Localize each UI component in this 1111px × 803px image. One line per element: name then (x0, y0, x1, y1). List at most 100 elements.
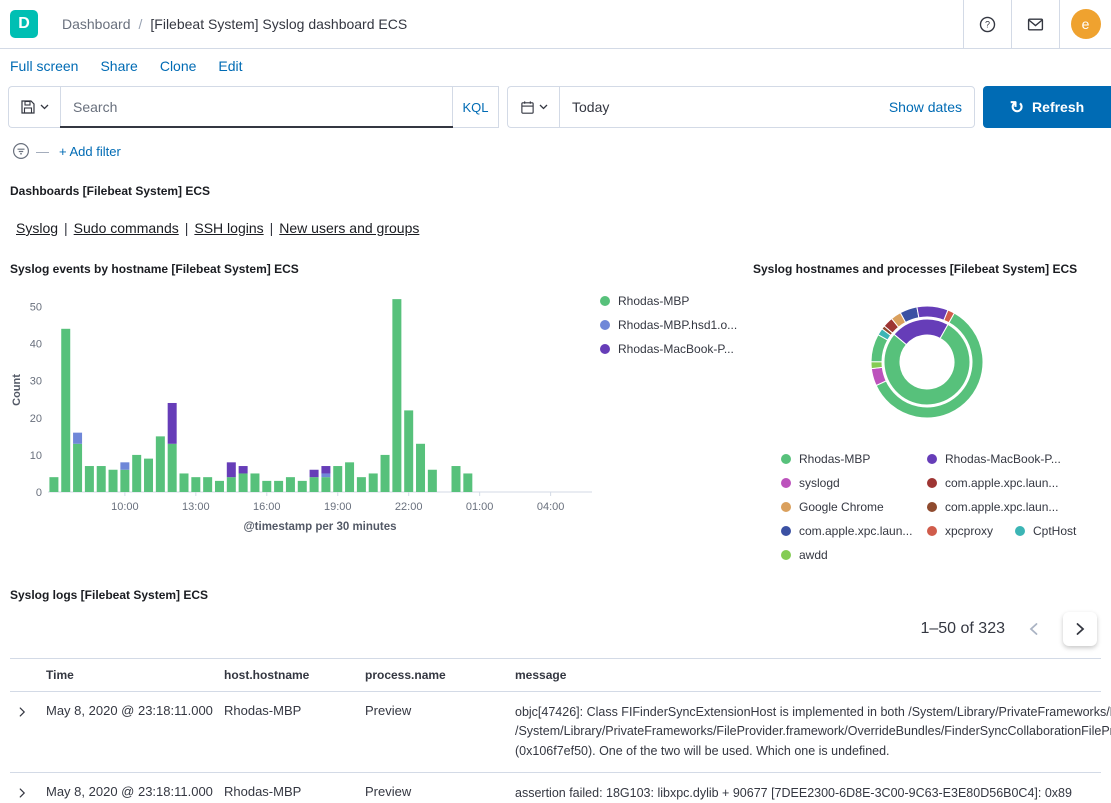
search-input[interactable] (61, 87, 452, 127)
add-filter-link[interactable]: + Add filter (59, 144, 121, 159)
legend-item[interactable]: com.apple.xpc.laun... (927, 500, 1073, 514)
bar-segment[interactable] (180, 473, 189, 492)
bar-segment[interactable] (215, 481, 224, 492)
bar-segment[interactable] (239, 466, 248, 473)
bar-segment[interactable] (416, 444, 425, 492)
bar-segment[interactable] (310, 477, 319, 492)
action-share[interactable]: Share (100, 58, 137, 74)
bar-segment[interactable] (404, 410, 413, 492)
bar-segment[interactable] (357, 477, 366, 492)
legend-item[interactable]: Rhodas-MBP (781, 452, 927, 466)
bar-segment[interactable] (250, 473, 259, 492)
bar-segment[interactable] (286, 477, 295, 492)
bar-segment[interactable] (120, 462, 129, 469)
donut-segment[interactable] (884, 324, 970, 405)
action-clone[interactable]: Clone (160, 58, 197, 74)
bar-segment[interactable] (97, 466, 106, 492)
kql-syntax-button[interactable]: KQL (452, 87, 498, 127)
filter-menu-icon[interactable] (12, 142, 30, 160)
bar-segment[interactable] (168, 403, 177, 444)
x-tick-label: 01:00 (466, 501, 494, 513)
bar-segment[interactable] (274, 481, 283, 492)
show-dates-link[interactable]: Show dates (889, 99, 962, 115)
bar-segment[interactable] (156, 436, 165, 492)
legend-item[interactable]: com.apple.xpc.laun... (781, 524, 927, 538)
legend-item[interactable]: Rhodas-MBP.hsd1.o... (600, 318, 737, 332)
bar-segment[interactable] (321, 477, 330, 492)
bar-segment[interactable] (463, 473, 472, 492)
markdown-link-sudo-commands[interactable]: Sudo commands (74, 220, 179, 236)
donut-segment[interactable] (917, 306, 948, 320)
bar-segment[interactable] (239, 473, 248, 492)
chevron-right-icon (15, 786, 29, 800)
kibana-app-logo[interactable]: D (0, 0, 48, 48)
markdown-link-new-users-and-groups[interactable]: New users and groups (279, 220, 419, 236)
bar-segment[interactable] (321, 473, 330, 477)
date-display[interactable]: Today Show dates (559, 86, 975, 128)
legend-swatch (927, 502, 937, 512)
bar-segment[interactable] (333, 466, 342, 492)
legend-item[interactable]: awdd (781, 548, 828, 562)
expand-row-button[interactable] (10, 784, 34, 802)
bar-segment[interactable] (144, 459, 153, 492)
bar-segment[interactable] (262, 481, 271, 492)
bar-segment[interactable] (428, 470, 437, 492)
legend-item[interactable]: CptHost (1015, 524, 1076, 538)
legend-item[interactable]: xpcproxy (927, 524, 1015, 538)
bar-segment[interactable] (369, 473, 378, 492)
chevron-down-icon (40, 104, 49, 110)
bar-segment[interactable] (85, 466, 94, 492)
bar-segment[interactable] (61, 329, 70, 492)
legend-swatch (1015, 526, 1025, 536)
legend-swatch (781, 502, 791, 512)
bar-segment[interactable] (227, 462, 236, 477)
column-message: message (515, 668, 1101, 682)
next-page-button[interactable] (1063, 612, 1097, 646)
bar-segment[interactable] (120, 470, 129, 492)
bar-segment[interactable] (49, 477, 58, 492)
legend-item[interactable]: com.apple.xpc.laun... (927, 476, 1073, 490)
avatar[interactable]: e (1071, 9, 1101, 39)
bar-segment[interactable] (321, 466, 330, 473)
bar-segment[interactable] (381, 455, 390, 492)
help-icon[interactable]: ? (963, 0, 1011, 48)
expand-row-button[interactable] (10, 703, 34, 721)
markdown-panel-title: Dashboards [Filebeat System] ECS (10, 184, 1101, 198)
saved-query-button[interactable] (8, 86, 60, 128)
y-tick-label: 30 (30, 376, 42, 388)
bar-segment[interactable] (298, 481, 307, 492)
newsfeed-icon[interactable] (1011, 0, 1059, 48)
calendar-dropdown-button[interactable] (507, 86, 559, 128)
prev-page-button[interactable] (1017, 612, 1051, 646)
markdown-link-ssh-logins[interactable]: SSH logins (194, 220, 263, 236)
legend-item[interactable]: Rhodas-MacBook-P... (600, 342, 737, 356)
refresh-button[interactable]: ↻ Refresh (983, 86, 1111, 128)
dashboard-canvas: Dashboards [Filebeat System] ECS Syslog|… (0, 184, 1111, 803)
action-full-screen[interactable]: Full screen (10, 58, 78, 74)
user-menu[interactable]: e (1059, 0, 1111, 48)
bar-segment[interactable] (191, 477, 200, 492)
markdown-link-syslog[interactable]: Syslog (16, 220, 58, 236)
bar-segment[interactable] (132, 455, 141, 492)
refresh-icon: ↻ (1010, 99, 1024, 116)
filter-bar: — + Add filter (0, 136, 1111, 170)
bar-segment[interactable] (73, 444, 82, 492)
legend-item[interactable]: syslogd (781, 476, 927, 490)
bar-segment[interactable] (109, 470, 118, 492)
legend-label: syslogd (799, 476, 840, 490)
bar-segment[interactable] (345, 462, 354, 492)
legend-item[interactable]: Rhodas-MBP (600, 294, 737, 308)
donut-segment[interactable] (871, 362, 882, 369)
bar-segment[interactable] (452, 466, 461, 492)
bar-segment[interactable] (392, 299, 401, 492)
legend-item[interactable]: Rhodas-MacBook-P... (927, 452, 1073, 466)
legend-item[interactable]: Google Chrome (781, 500, 927, 514)
bar-segment[interactable] (203, 477, 212, 492)
bar-segment[interactable] (227, 477, 236, 492)
bar-segment[interactable] (310, 470, 319, 477)
bar-segment[interactable] (168, 444, 177, 492)
bar-segment[interactable] (73, 433, 82, 444)
breadcrumb-dashboard[interactable]: Dashboard (62, 16, 131, 32)
action-edit[interactable]: Edit (218, 58, 242, 74)
legend-swatch (781, 478, 791, 488)
